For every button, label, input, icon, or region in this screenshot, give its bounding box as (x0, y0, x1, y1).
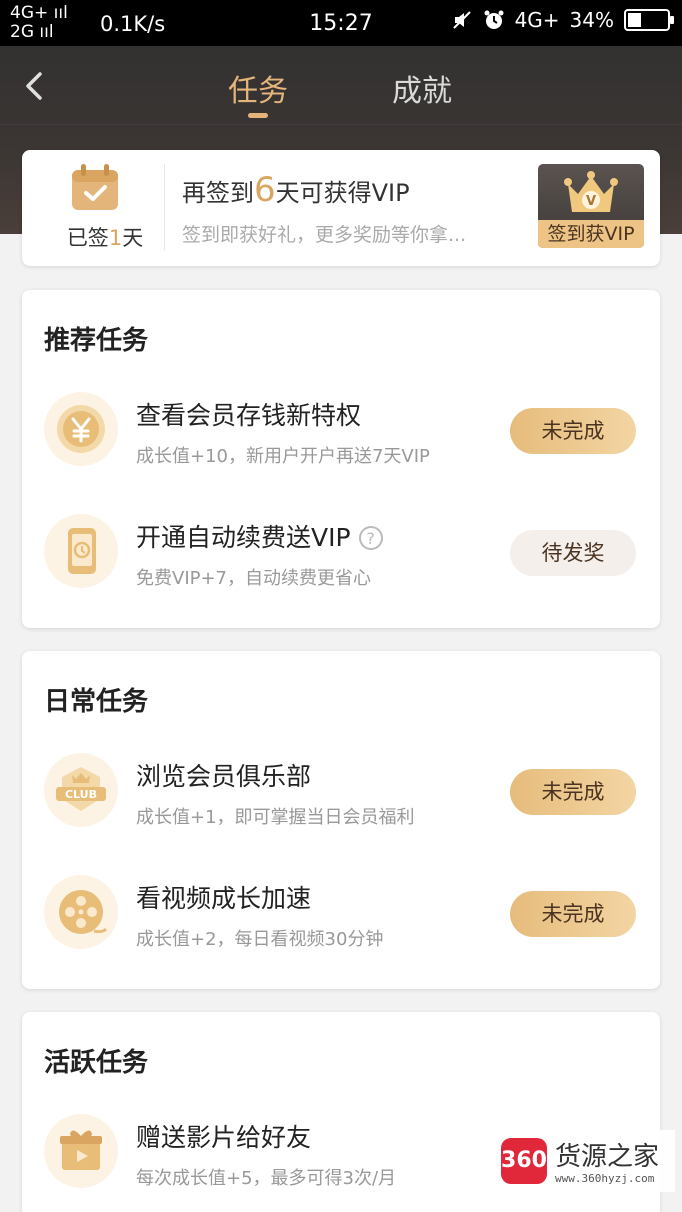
task-status-button[interactable]: 待发奖 (510, 530, 636, 576)
task-title: 查看会员存钱新特权 (136, 401, 362, 430)
phone-renew-icon (44, 514, 118, 588)
battery-fill (628, 13, 641, 27)
watermark: 360 货源之家 www.360hyzj.com (497, 1130, 675, 1192)
active-tab-indicator (248, 113, 268, 118)
mute-icon (452, 11, 471, 29)
network-type: 4G+ (514, 8, 560, 32)
task-subtitle: 成长值+2，每日看视频30分钟 (136, 929, 384, 950)
crown-icon: V (564, 171, 618, 212)
watermark-url: www.360hyzj.com (555, 1172, 655, 1185)
recommended-tasks-card: 推荐任务 查看会员存钱新特权 成长值+10，新用户开户再送7天VIP 未完成 开… (22, 290, 660, 628)
svg-text:V: V (586, 194, 596, 209)
status-right: 4G+ 34% (451, 8, 674, 32)
help-icon[interactable]: ? (358, 526, 383, 550)
task-subtitle: 成长值+10，新用户开户再送7天VIP (136, 446, 430, 467)
signin-title: 再签到6天可获得VIP (182, 170, 410, 210)
task-title: 开通自动续费送VIP? (136, 518, 383, 554)
signed-days-label: 已签1天 (66, 226, 144, 250)
header-divider (0, 124, 682, 125)
battery-icon (624, 9, 674, 31)
section-title: 日常任务 (44, 687, 149, 717)
calendar-check-icon (70, 164, 120, 212)
status-bar: 4G+ ııl 2G ııl 0.1K/s 15:27 4G+ 34% (0, 0, 682, 46)
tab-tasks[interactable]: 任务 (228, 66, 288, 110)
task-item: CLUB 浏览会员俱乐部 成长值+1，即可掌握当日会员福利 未完成 (22, 753, 660, 843)
task-subtitle: 每次成长值+5，最多可得3次/月 (136, 1168, 397, 1189)
signin-vip-label: 签到获VIP (538, 220, 644, 248)
task-title: 浏览会员俱乐部 (136, 762, 312, 791)
task-status-button[interactable]: 未完成 (510, 769, 636, 815)
divider (164, 164, 165, 250)
gift-video-icon (44, 1114, 118, 1188)
signin-card: 已签1天 再签到6天可获得VIP 签到即获好礼，更多奖励等你拿... V 签到获… (22, 150, 660, 266)
task-status-button[interactable]: 未完成 (510, 891, 636, 937)
task-item: 开通自动续费送VIP? 免费VIP+7，自动续费更省心 待发奖 (22, 514, 660, 604)
section-title: 推荐任务 (44, 326, 149, 356)
signin-vip-button[interactable]: V 签到获VIP (538, 164, 644, 248)
section-title: 活跃任务 (44, 1048, 149, 1078)
task-subtitle: 免费VIP+7，自动续费更省心 (136, 568, 372, 589)
watermark-logo: 360 (501, 1138, 547, 1184)
task-title: 赠送影片给好友 (136, 1123, 312, 1152)
task-item: 查看会员存钱新特权 成长值+10，新用户开户再送7天VIP 未完成 (22, 392, 660, 482)
back-button[interactable] (20, 66, 50, 106)
remaining-days: 6 (254, 170, 276, 210)
task-status-button[interactable]: 未完成 (510, 408, 636, 454)
yen-coin-icon (44, 392, 118, 466)
signed-days-count: 1 (108, 226, 123, 250)
film-reel-icon (44, 875, 118, 949)
svg-text:CLUB: CLUB (65, 788, 97, 801)
task-item: 看视频成长加速 成长值+2，每日看视频30分钟 未完成 (22, 875, 660, 965)
alarm-icon (484, 10, 504, 29)
battery-percent: 34% (569, 8, 614, 32)
watermark-name: 货源之家 (555, 1142, 660, 1172)
club-badge-icon: CLUB (44, 753, 118, 827)
task-subtitle: 成长值+1，即可掌握当日会员福利 (136, 807, 415, 828)
task-title: 看视频成长加速 (136, 884, 312, 913)
chevron-left-icon (26, 72, 42, 100)
tab-achievements[interactable]: 成就 (392, 66, 452, 110)
daily-tasks-card: 日常任务 CLUB 浏览会员俱乐部 成长值+1，即可掌握当日会员福利 未完成 看… (22, 651, 660, 989)
signin-subtitle: 签到即获好礼，更多奖励等你拿... (182, 224, 467, 246)
